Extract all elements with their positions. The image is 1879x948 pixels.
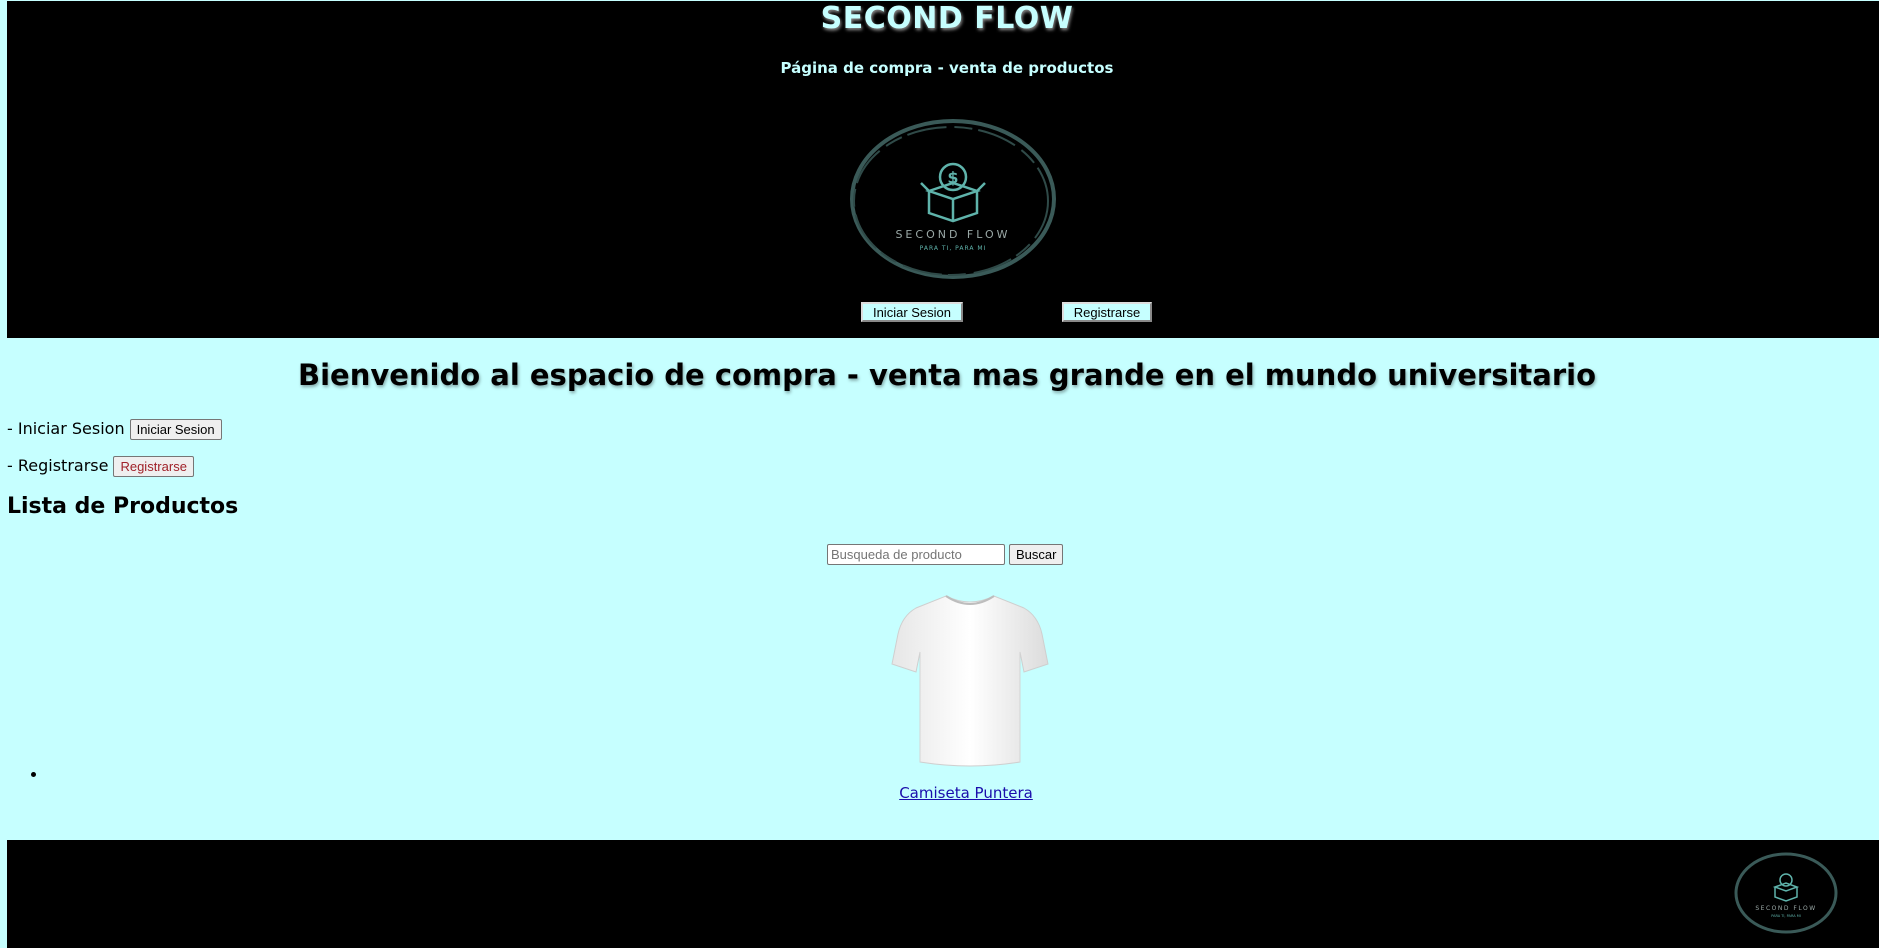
login-button[interactable]: Iniciar Sesion (129, 418, 222, 440)
svg-text:SECOND FLOW: SECOND FLOW (895, 228, 1010, 241)
svg-text:$: $ (947, 168, 958, 187)
footer-logo: SECOND FLOW PARA TI, PARA MI (1734, 852, 1838, 934)
login-line: - Iniciar Sesion Iniciar Sesion (7, 417, 222, 441)
page: SECOND FLOW Página de compra - venta de … (7, 0, 1879, 948)
product-link[interactable]: Camiseta Puntera (7, 784, 1879, 802)
brand-title: SECOND FLOW (820, 1, 1074, 36)
site-header: SECOND FLOW Página de compra - venta de … (7, 0, 1879, 338)
register-line: - Registrarse Registrarse (7, 454, 194, 478)
product-list-title: Lista de Productos (7, 494, 239, 519)
svg-text:SECOND FLOW: SECOND FLOW (1755, 905, 1816, 912)
search-button[interactable]: Buscar (1009, 544, 1064, 565)
search-input[interactable] (827, 544, 1005, 565)
search-bar: Buscar (827, 544, 1064, 565)
site-footer: SECOND FLOW PARA TI, PARA MI (7, 840, 1879, 948)
svg-text:PARA TI, PARA MI: PARA TI, PARA MI (920, 245, 987, 252)
register-button[interactable]: Registrarse (113, 455, 194, 477)
product-image-tshirt[interactable] (890, 590, 1050, 770)
list-item-bullet (31, 772, 36, 777)
box-dollar-icon (1772, 873, 1800, 902)
brand-subtitle: Página de compra - venta de productos (780, 59, 1114, 77)
brand-logo: $ SECOND FLOW PARA TI, PARA MI (850, 119, 1056, 279)
register-line-label: - Registrarse (7, 456, 109, 475)
header-register-button[interactable]: Registrarse (1062, 302, 1152, 322)
welcome-heading: Bienvenido al espacio de compra - venta … (297, 358, 1597, 392)
header-login-button[interactable]: Iniciar Sesion (861, 302, 963, 322)
svg-text:PARA TI, PARA MI: PARA TI, PARA MI (1771, 914, 1801, 918)
login-line-label: - Iniciar Sesion (7, 419, 125, 438)
